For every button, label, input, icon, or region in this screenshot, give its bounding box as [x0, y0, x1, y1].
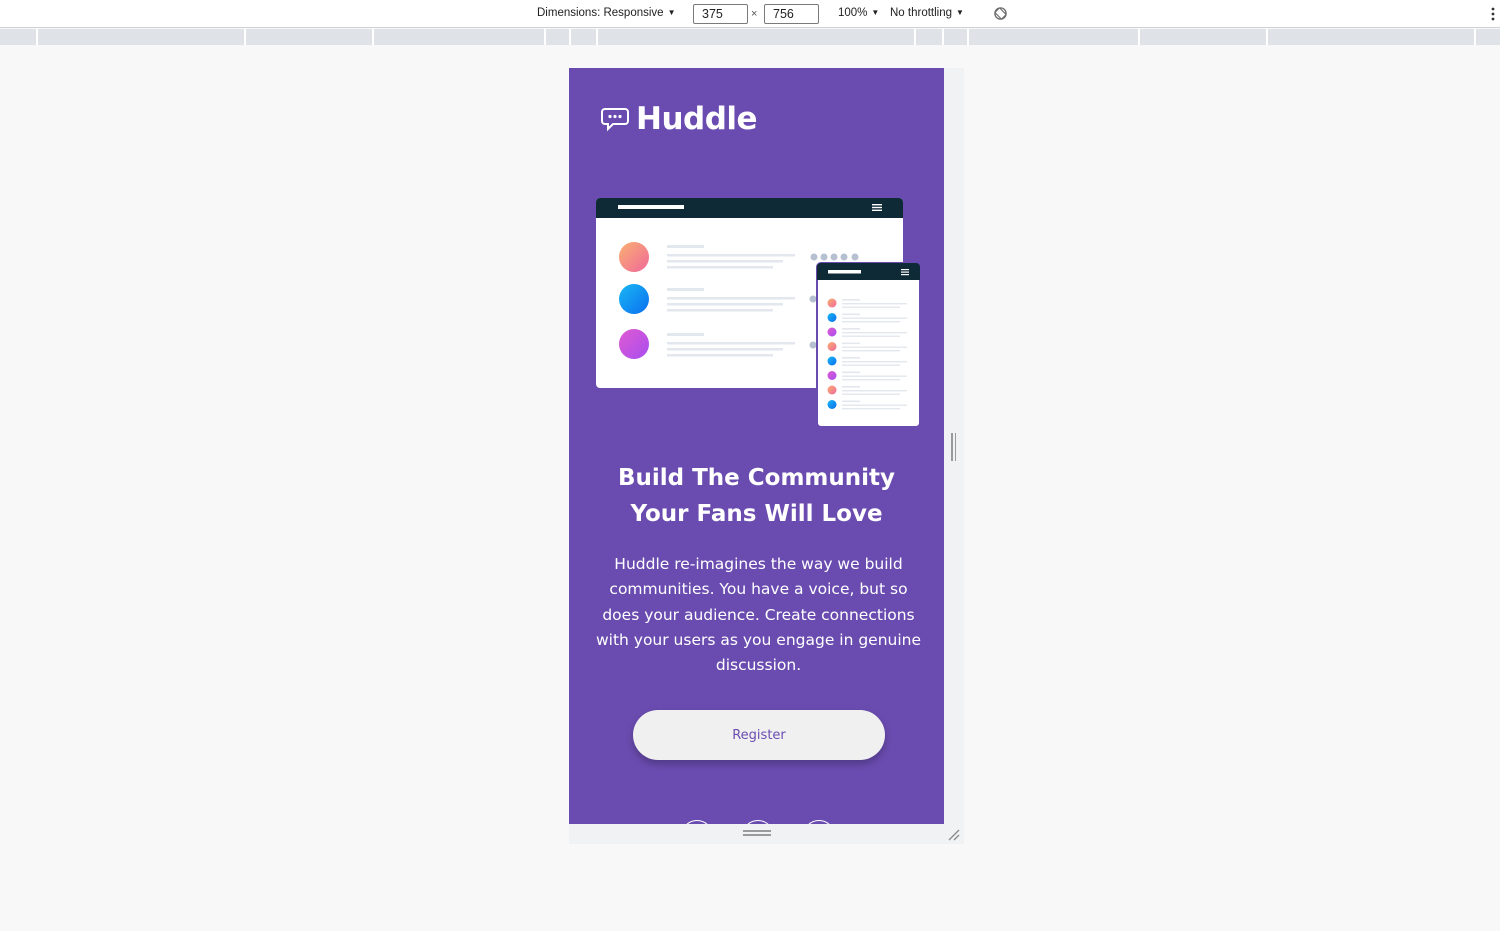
- width-input[interactable]: [693, 4, 748, 24]
- corner-resize-icon[interactable]: [946, 827, 960, 841]
- zoom-dropdown[interactable]: 100% ▼: [838, 7, 879, 19]
- zoom-label: 100%: [838, 7, 868, 19]
- logo[interactable]: Huddle: [600, 101, 758, 137]
- media-query-bar[interactable]: [0, 29, 1500, 45]
- page-title: Build The Community Your Fans Will Love: [569, 460, 944, 532]
- height-resize-handle[interactable]: [743, 829, 771, 837]
- twitter-icon[interactable]: [742, 820, 774, 824]
- media-query-marker[interactable]: [1138, 29, 1140, 45]
- register-button[interactable]: Register: [633, 710, 885, 760]
- media-query-marker[interactable]: [967, 29, 969, 45]
- media-query-marker[interactable]: [1266, 29, 1268, 45]
- width-resize-handle[interactable]: [951, 433, 957, 461]
- instagram-icon[interactable]: [803, 820, 835, 824]
- more-vert-icon[interactable]: [1490, 6, 1496, 22]
- chevron-down-icon: ▼: [956, 8, 964, 17]
- media-query-marker[interactable]: [1474, 29, 1476, 45]
- hero-illustration: [596, 198, 921, 428]
- media-query-marker[interactable]: [942, 29, 944, 45]
- media-query-marker[interactable]: [596, 29, 598, 45]
- page-viewport: Huddle Build The Community Your Fans Wil…: [569, 68, 944, 824]
- devtools-toolbar: Dimensions: Responsive▼ × 100%▼ No throt…: [0, 0, 1500, 28]
- media-query-marker[interactable]: [372, 29, 374, 45]
- headline-line-2: Your Fans Will Love: [630, 501, 883, 527]
- dimension-separator: ×: [751, 8, 758, 20]
- chevron-down-icon: ▼: [667, 8, 676, 17]
- throttling-label: No throttling: [890, 7, 953, 19]
- logo-text: Huddle: [636, 101, 758, 137]
- facebook-icon[interactable]: [681, 820, 713, 824]
- rotate-icon[interactable]: [993, 6, 1008, 21]
- height-input[interactable]: [764, 4, 819, 24]
- dimensions-dropdown[interactable]: Dimensions: Responsive ▼: [537, 7, 675, 19]
- headline-line-1: Build The Community: [617, 465, 896, 491]
- chat-bubble-icon: [601, 108, 629, 132]
- media-query-marker[interactable]: [244, 29, 246, 45]
- chevron-down-icon: ▼: [871, 8, 880, 17]
- throttling-dropdown[interactable]: No throttling ▼: [890, 7, 964, 19]
- dimensions-label: Dimensions: Responsive: [537, 7, 664, 19]
- hero-description: Huddle re-imagines the way we build comm…: [595, 555, 922, 675]
- media-query-marker[interactable]: [914, 29, 916, 45]
- media-query-marker[interactable]: [36, 29, 38, 45]
- media-query-marker[interactable]: [569, 29, 571, 45]
- media-query-marker[interactable]: [544, 29, 546, 45]
- hamburger-icon: [872, 204, 882, 211]
